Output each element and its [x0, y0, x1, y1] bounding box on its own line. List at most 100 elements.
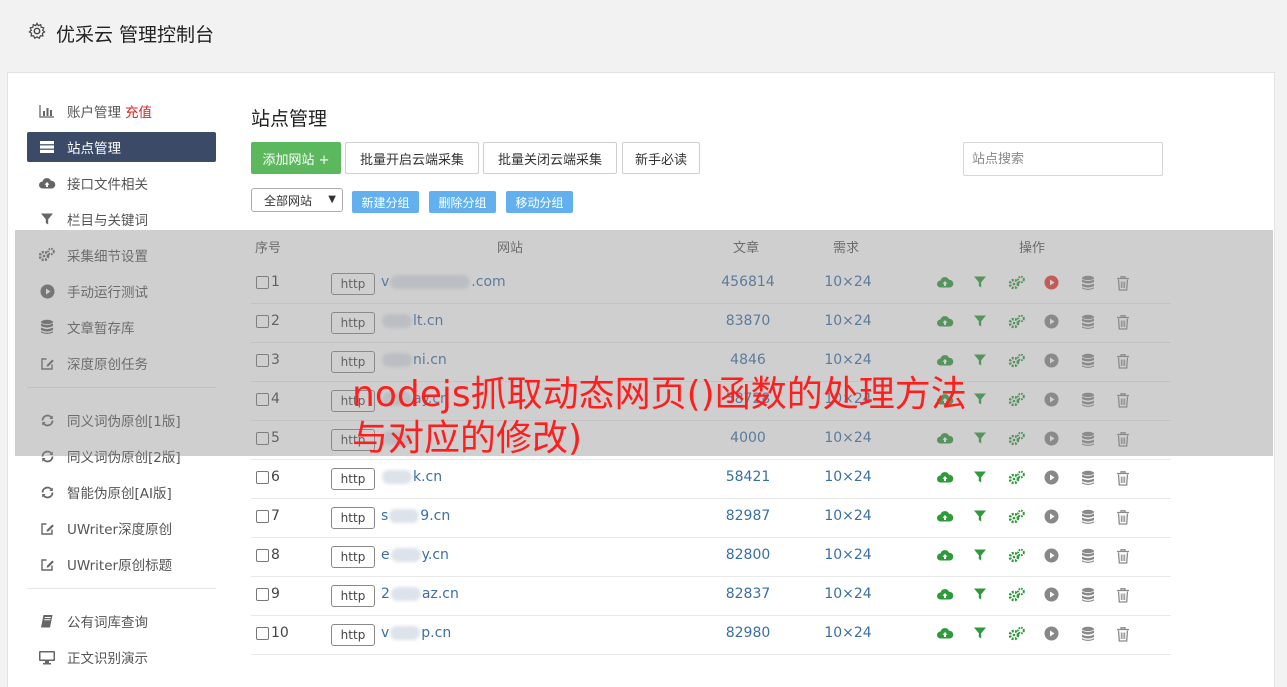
sidebar-item-label: 栏目与关键词: [67, 213, 148, 229]
play-icon: [1044, 470, 1059, 489]
page-title: 站点管理: [251, 108, 328, 130]
sidebar-item-label: UWriter深度原创: [67, 522, 173, 538]
demand-value[interactable]: 10×24: [811, 508, 885, 524]
sidebar-item-1-4[interactable]: UWriter原创标题: [27, 549, 216, 579]
delete-group-button[interactable]: 删除分组: [429, 191, 496, 213]
site-prefix: s: [381, 508, 389, 524]
filter-icon: [37, 212, 57, 226]
op-run-button[interactable]: [1044, 548, 1060, 564]
sidebar-item-label: 公有词库查询: [67, 615, 148, 631]
table-row: 7 http s 9.cn 82987 10×24: [251, 498, 1171, 538]
play-icon: [1044, 626, 1059, 645]
play-icon: [1044, 587, 1059, 606]
op-delete-button[interactable]: [1116, 548, 1132, 564]
app-title: 优采云 管理控制台: [56, 24, 215, 46]
op-run-button[interactable]: [1044, 470, 1060, 486]
add-site-button[interactable]: 添加网站 +: [251, 142, 341, 174]
op-upload-button[interactable]: [936, 509, 954, 525]
group-select-value: 全部网站: [264, 193, 313, 208]
op-filter-button[interactable]: [973, 470, 989, 486]
cloud-upload-icon: [936, 628, 954, 644]
article-count[interactable]: 58421: [711, 469, 785, 485]
op-storage-button[interactable]: [1081, 509, 1097, 525]
op-upload-button[interactable]: [936, 587, 954, 603]
op-storage-button[interactable]: [1081, 470, 1097, 486]
op-settings-button[interactable]: [1008, 626, 1025, 642]
row-checkbox[interactable]: [256, 510, 269, 523]
site-search-input[interactable]: [963, 142, 1163, 176]
sidebar-item-2-1[interactable]: 正文识别演示: [27, 642, 216, 672]
op-filter-button[interactable]: [973, 587, 989, 603]
sidebar-item-1-3[interactable]: UWriter深度原创: [27, 513, 216, 543]
op-run-button[interactable]: [1044, 587, 1060, 603]
filter-icon: [973, 627, 987, 644]
site-link[interactable]: s 9.cn: [381, 508, 450, 524]
row-checkbox[interactable]: [256, 471, 269, 484]
site-link[interactable]: v p.cn: [381, 625, 451, 641]
op-delete-button[interactable]: [1116, 587, 1132, 603]
sidebar-item-0-2[interactable]: 接口文件相关: [27, 168, 216, 198]
op-delete-button[interactable]: [1116, 470, 1132, 486]
sidebar-item-0-0[interactable]: 账户管理 充值: [27, 96, 216, 126]
sidebar-item-2-0[interactable]: 公有词库查询: [27, 606, 216, 636]
redacted-block: [389, 509, 420, 523]
op-settings-button[interactable]: [1008, 548, 1025, 564]
protocol-badge[interactable]: http: [331, 546, 375, 568]
site-link[interactable]: k.cn: [381, 469, 442, 485]
table-row: 9 http 2 az.cn 82837 10×24: [251, 576, 1171, 616]
row-checkbox[interactable]: [256, 588, 269, 601]
article-count[interactable]: 82837: [711, 586, 785, 602]
protocol-badge[interactable]: http: [331, 468, 375, 490]
op-filter-button[interactable]: [973, 509, 989, 525]
op-settings-button[interactable]: [1008, 587, 1025, 603]
article-count[interactable]: 82980: [711, 625, 785, 641]
protocol-badge[interactable]: http: [331, 585, 375, 607]
trash-icon: [1116, 471, 1130, 490]
chevron-down-icon: ▼: [328, 194, 336, 205]
demand-value[interactable]: 10×24: [811, 625, 885, 641]
gears-icon: [1008, 548, 1026, 568]
protocol-badge[interactable]: http: [331, 624, 375, 646]
sidebar-item-1-2[interactable]: 智能伪原创[AI版]: [27, 477, 216, 507]
op-upload-button[interactable]: [936, 470, 954, 486]
row-index: 7: [271, 508, 280, 524]
site-link[interactable]: e y.cn: [381, 547, 449, 563]
op-upload-button[interactable]: [936, 626, 954, 644]
op-run-button[interactable]: [1044, 626, 1060, 642]
op-settings-button[interactable]: [1008, 470, 1025, 486]
site-suffix: 9.cn: [420, 508, 451, 524]
op-run-button[interactable]: [1044, 509, 1060, 525]
newbie-guide-button[interactable]: 新手必读: [622, 142, 700, 174]
group-select[interactable]: 全部网站 ▼: [251, 188, 343, 212]
trash-icon: [1116, 549, 1130, 568]
sidebar-item-label: 站点管理: [67, 141, 121, 157]
article-count[interactable]: 82987: [711, 508, 785, 524]
op-filter-button[interactable]: [973, 548, 989, 564]
database-icon: [1081, 509, 1095, 529]
op-upload-button[interactable]: [936, 548, 954, 564]
row-checkbox[interactable]: [256, 627, 269, 640]
enable-cloud-button[interactable]: 批量开启云端采集: [345, 142, 479, 174]
op-storage-button[interactable]: [1081, 587, 1097, 603]
demand-value[interactable]: 10×24: [811, 586, 885, 602]
row-checkbox[interactable]: [256, 549, 269, 562]
new-group-button[interactable]: 新建分组: [352, 191, 419, 213]
op-filter-button[interactable]: [973, 626, 989, 642]
demand-value[interactable]: 10×24: [811, 547, 885, 563]
op-delete-button[interactable]: [1116, 509, 1132, 525]
sidebar-item-0-1[interactable]: 站点管理: [27, 132, 216, 162]
move-group-button[interactable]: 移动分组: [506, 191, 573, 213]
site-link[interactable]: 2 az.cn: [381, 586, 459, 602]
op-delete-button[interactable]: [1116, 626, 1132, 642]
disable-cloud-button[interactable]: 批量关闭云端采集: [483, 142, 617, 174]
op-storage-button[interactable]: [1081, 548, 1097, 564]
recharge-link[interactable]: 充值: [125, 101, 152, 121]
article-count[interactable]: 82800: [711, 547, 785, 563]
protocol-badge[interactable]: http: [331, 507, 375, 529]
op-storage-button[interactable]: [1081, 626, 1097, 642]
sidebar-item-label: 正文识别演示: [67, 651, 148, 667]
gears-icon: [1008, 587, 1026, 607]
site-suffix: k.cn: [413, 469, 443, 485]
demand-value[interactable]: 10×24: [811, 469, 885, 485]
op-settings-button[interactable]: [1008, 509, 1025, 525]
